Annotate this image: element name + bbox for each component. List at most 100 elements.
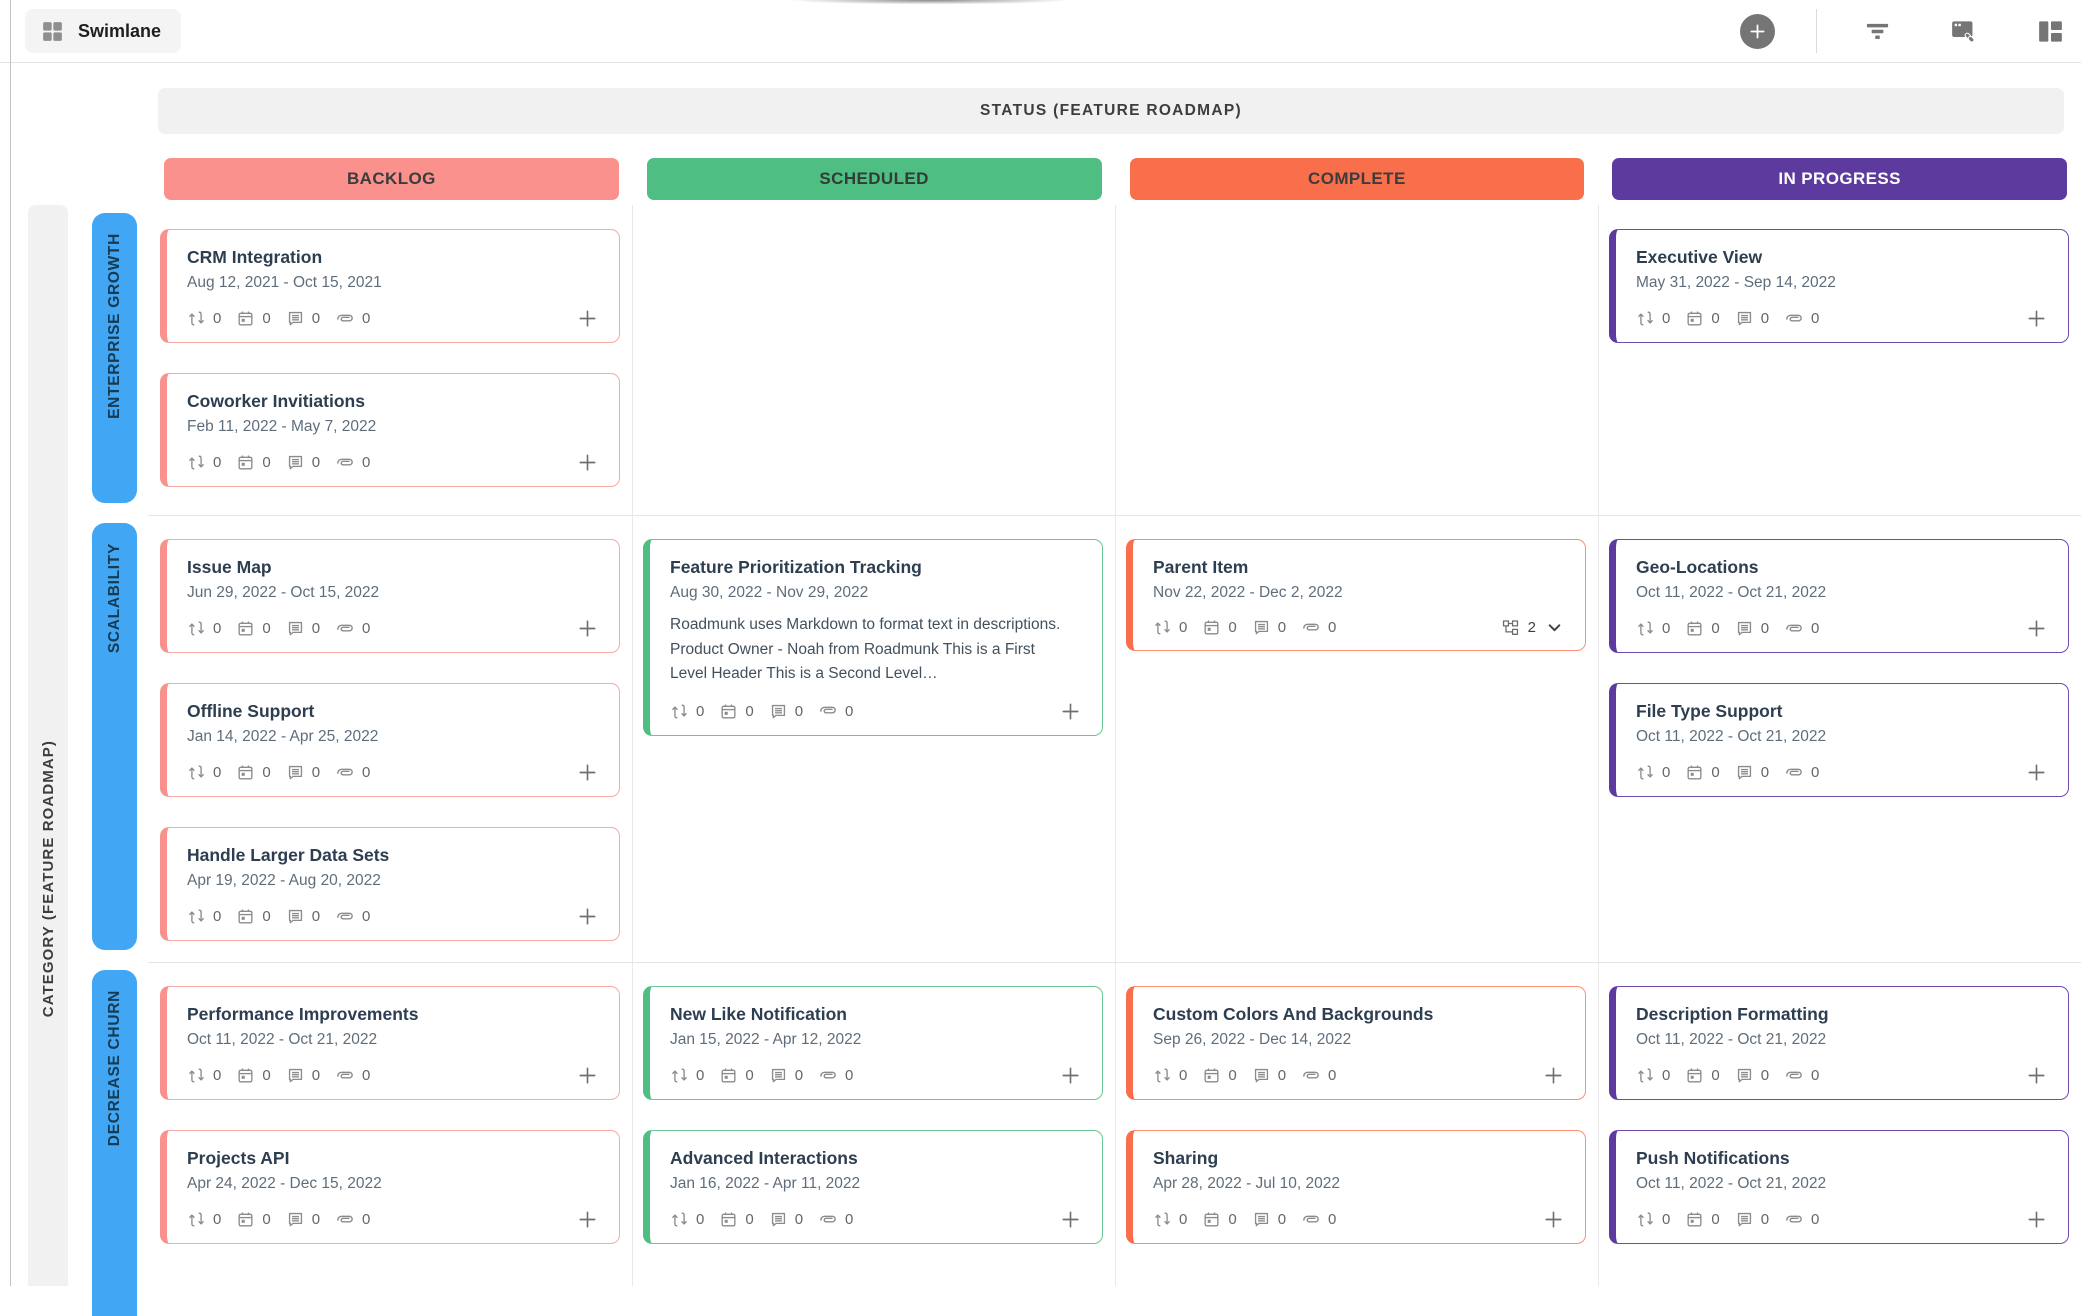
card-feature-prioritization-tracking[interactable]: Feature Prioritization TrackingAug 30, 2… [643,539,1103,736]
card-file-type-support[interactable]: File Type SupportOct 11, 2022 - Oct 21, … [1609,683,2069,797]
dependencies-icon [1153,1210,1172,1229]
card-add-button[interactable] [576,451,599,474]
row-label-text: ENTERPRISE GROWTH [106,233,124,419]
attachments-count: 0 [845,1067,853,1084]
dependencies-icon [1636,1066,1655,1085]
filter-button[interactable] [1864,18,1891,45]
card-date-range: Jun 29, 2022 - Oct 15, 2022 [187,582,599,604]
attachments-counter: 0 [1784,1210,1819,1230]
card-add-button[interactable] [2025,1064,2048,1087]
card-parent-item[interactable]: Parent ItemNov 22, 2022 - Dec 2, 2022000… [1126,539,1586,651]
card-add-button[interactable] [576,905,599,928]
card-footer: 0000 [1153,1208,1565,1231]
attachments-count: 0 [845,1211,853,1228]
dependencies-counter: 0 [670,1066,704,1085]
card-description-formatting[interactable]: Description FormattingOct 11, 2022 - Oct… [1609,986,2069,1100]
card-add-button[interactable] [576,1064,599,1087]
calendar-icon [1685,1066,1704,1085]
card-add-button[interactable] [576,617,599,640]
card-title: Feature Prioritization Tracking [670,555,1082,579]
comments-count: 0 [1278,1067,1286,1084]
card-push-notifications[interactable]: Push NotificationsOct 11, 2022 - Oct 21,… [1609,1130,2069,1244]
dependencies-count: 0 [1662,310,1670,327]
card-sharing[interactable]: SharingApr 28, 2022 - Jul 10, 20220000 [1126,1130,1586,1244]
calendar-count: 0 [1711,764,1719,781]
children-count: 2 [1528,619,1536,636]
calendar-counter: 0 [236,763,270,782]
card-add-button[interactable] [1059,1208,1082,1231]
card-title: Issue Map [187,555,599,579]
card-add-button[interactable] [1542,1064,1565,1087]
category-axis-header: CATEGORY (FEATURE ROADMAP) [28,205,68,1286]
card-projects-api[interactable]: Projects APIApr 24, 2022 - Dec 15, 20220… [160,1130,620,1244]
attachments-counter: 0 [1784,1066,1819,1086]
card-performance-improvements[interactable]: Performance ImprovementsOct 11, 2022 - O… [160,986,620,1100]
card-title: Coworker Invitiations [187,389,599,413]
card-advanced-interactions[interactable]: Advanced InteractionsJan 16, 2022 - Apr … [643,1130,1103,1244]
attachments-count: 0 [362,454,370,471]
column-header-in-progress: IN PROGRESS [1612,158,2067,200]
expand-children-button[interactable]: 2 [1501,617,1565,638]
row-label-slot: ENTERPRISE GROWTH [0,205,150,515]
cell-r2-complete: Custom Colors And BackgroundsSep 26, 202… [1115,962,1598,1286]
calendar-counter: 0 [719,1210,753,1229]
card-add-button[interactable] [1542,1208,1565,1231]
card-add-button[interactable] [576,1208,599,1231]
card-executive-view[interactable]: Executive ViewMay 31, 2022 - Sep 14, 202… [1609,229,2069,343]
calendar-count: 0 [262,764,270,781]
card-offline-support[interactable]: Offline SupportJan 14, 2022 - Apr 25, 20… [160,683,620,797]
dependencies-icon [187,907,206,926]
swimlane-row-scalability: SCALABILITY Issue Map Jun 29, 2022 - Oct 1… [0,515,2081,962]
attachments-count: 0 [845,703,853,720]
plus-icon [2025,761,2048,784]
attachments-counter: 0 [1301,1210,1336,1230]
card-add-button[interactable] [576,761,599,784]
card-custom-colors-and-backgrounds[interactable]: Custom Colors And BackgroundsSep 26, 202… [1126,986,1586,1100]
attachments-count: 0 [362,1211,370,1228]
board-layout-button[interactable] [2036,17,2065,46]
comments-count: 0 [312,908,320,925]
attachments-icon [335,763,355,783]
dependencies-counter: 0 [187,309,221,328]
swimlane-grid: ENTERPRISE GROWTH CRM IntegrationAug 12, … [0,205,2081,1286]
comments-counter: 0 [286,907,320,926]
dependencies-counter: 0 [1636,1066,1670,1085]
dependencies-counter: 0 [670,1210,704,1229]
comments-counter: 0 [1735,763,1769,782]
card-crm-integration[interactable]: CRM IntegrationAug 12, 2021 - Oct 15, 20… [160,229,620,343]
dependencies-counter: 0 [187,619,221,638]
dependencies-count: 0 [213,764,221,781]
comments-count: 0 [312,310,320,327]
card-coworker-invitiations[interactable]: Coworker InvitiationsFeb 11, 2022 - May … [160,373,620,487]
card-footer: 0000 [1636,1208,2048,1231]
card-footer: 0000 [1636,307,2048,330]
card-add-button[interactable] [1059,1064,1082,1087]
add-item-button[interactable] [1740,14,1775,49]
calendar-counter: 0 [236,907,270,926]
comments-icon [1252,1066,1271,1085]
card-footer: 0000 [187,1064,599,1087]
card-add-button[interactable] [2025,617,2048,640]
linked-roadmaps-button[interactable] [1949,17,1978,46]
card-footer: 00002 [1153,617,1565,638]
comments-icon [1735,1066,1754,1085]
calendar-count: 0 [1711,1067,1719,1084]
attachments-counter: 0 [335,1210,370,1230]
card-add-button[interactable] [2025,761,2048,784]
card-geo-locations[interactable]: Geo-LocationsOct 11, 2022 - Oct 21, 2022… [1609,539,2069,653]
card-handle-larger-data-sets[interactable]: Handle Larger Data SetsApr 19, 2022 - Au… [160,827,620,941]
view-switcher-button[interactable]: Swimlane [25,9,181,53]
comments-counter: 0 [286,453,320,472]
card-add-button[interactable] [2025,1208,2048,1231]
calendar-count: 0 [745,1211,753,1228]
row-label-scalability: SCALABILITY [92,523,137,950]
card-issue-map[interactable]: Issue MapJun 29, 2022 - Oct 15, 20220000 [160,539,620,653]
card-new-like-notification[interactable]: New Like NotificationJan 15, 2022 - Apr … [643,986,1103,1100]
card-add-button[interactable] [576,307,599,330]
cell-r1-complete: Parent ItemNov 22, 2022 - Dec 2, 2022000… [1115,515,1598,962]
dependencies-count: 0 [1662,620,1670,637]
calendar-count: 0 [1228,1067,1236,1084]
card-add-button[interactable] [1059,700,1082,723]
card-add-button[interactable] [2025,307,2048,330]
calendar-icon [1685,1210,1704,1229]
